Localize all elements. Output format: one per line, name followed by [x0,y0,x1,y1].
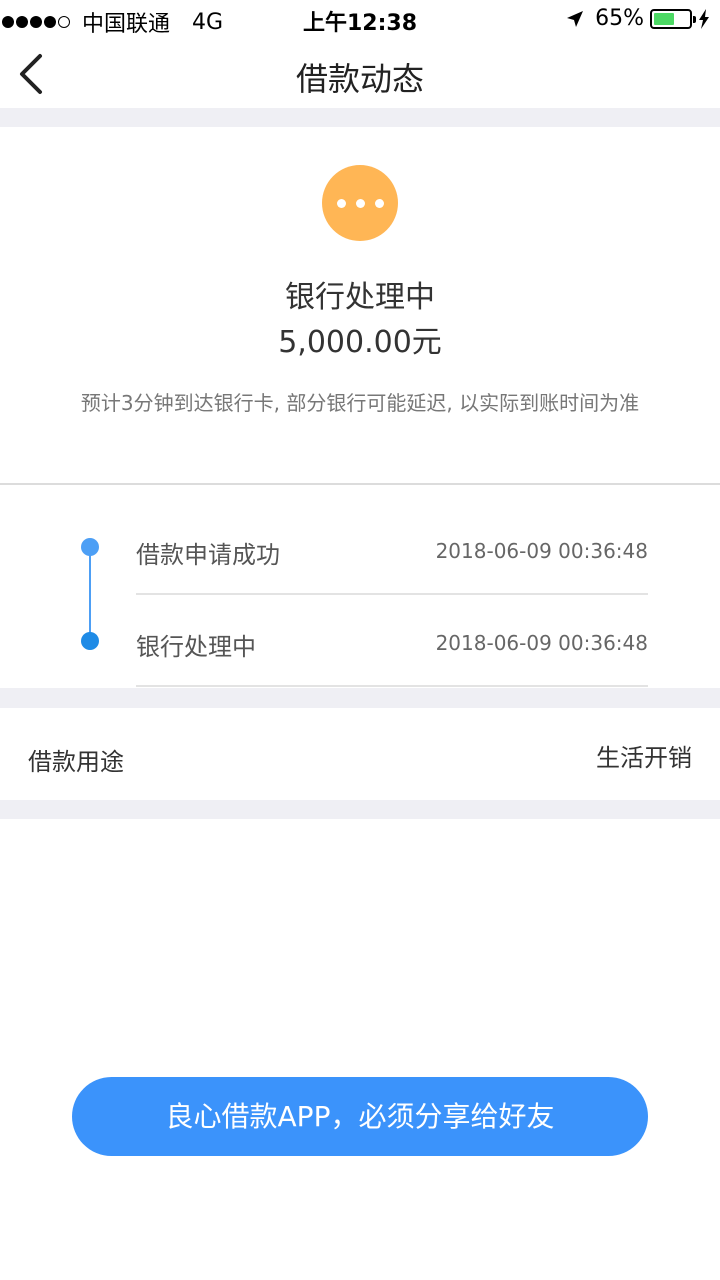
timeline-connector [89,547,91,641]
battery-icon [650,8,696,29]
timeline-item-time: 2018-06-09 00:36:48 [435,631,648,655]
section-divider [0,108,720,127]
status-card: 银行处理中 5,000.00元 预计3分钟到达银行卡, 部分银行可能延迟, 以实… [0,127,720,485]
battery-percentage: 65% [595,6,644,31]
timeline-dot-icon [81,632,99,650]
loan-amount: 5,000.00元 [278,325,442,360]
charging-bolt-icon [699,8,709,29]
nav-bar: 借款动态 [0,40,720,108]
timeline-item: 借款申请成功 2018-06-09 00:36:48 [136,503,648,595]
location-arrow-icon [567,10,584,27]
section-divider [0,800,720,819]
status-right: 65% [565,6,710,31]
progress-timeline: 借款申请成功 2018-06-09 00:36:48 银行处理中 2018-06… [0,487,720,688]
loan-purpose-row: 借款用途 生活开销 [0,708,720,800]
status-title: 银行处理中 [285,280,435,315]
timeline-item-label: 银行处理中 [136,633,256,661]
page-title: 借款动态 [295,60,424,98]
timeline-item: 银行处理中 2018-06-09 00:36:48 [136,595,648,687]
status-bar: 中国联通 4G 上午12:38 65% [0,0,720,40]
timeline-item-label: 借款申请成功 [136,541,280,569]
timeline-item-time: 2018-06-09 00:36:48 [435,539,648,563]
section-divider [0,688,720,708]
loan-purpose-label: 借款用途 [28,748,124,776]
timeline-dot-icon [81,538,99,556]
share-button[interactable]: 良心借款APP，必须分享给好友 [72,1077,648,1156]
more-dots-icon [322,165,398,241]
arrival-note: 预计3分钟到达银行卡, 部分银行可能延迟, 以实际到账时间为准 [80,391,640,415]
loan-purpose-value: 生活开销 [596,744,692,772]
